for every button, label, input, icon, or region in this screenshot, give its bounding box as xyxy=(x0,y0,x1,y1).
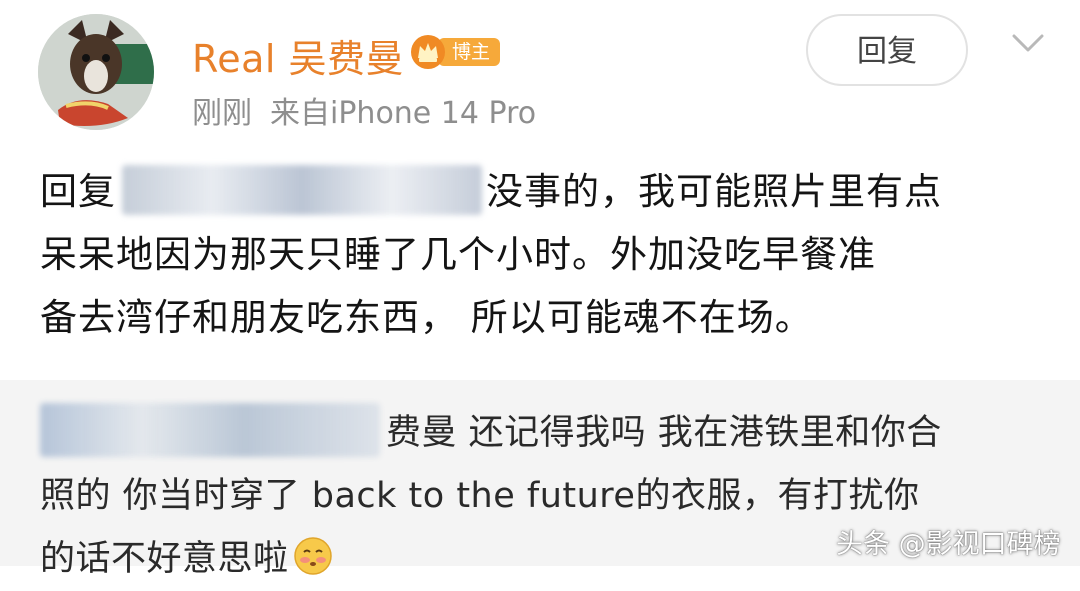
quoted-line: 照的 你当时穿了 back to the future的衣服，有打扰你 xyxy=(40,476,920,516)
post-line: 回复 没事的，我可能照片里有点 xyxy=(40,160,1050,223)
quoted-text-part: 费曼 还记得我吗 我在港铁里和你合 xyxy=(386,413,942,453)
post-header: Real 吴费曼 博主 刚刚 来自iPhone 14 Pro 回复 xyxy=(0,0,1080,140)
blogger-badge: 博主 xyxy=(410,34,501,70)
post-text: 没事的，我可能照片里有点 xyxy=(486,170,942,213)
post-line: 备去湾仔和朋友吃东西， 所以可能魂不在场。 xyxy=(40,296,813,339)
quoted-text: 费曼 还记得我吗 我在港铁里和你合 照的 你当时穿了 back to the f… xyxy=(40,402,1050,591)
post-meta: 刚刚 来自iPhone 14 Pro xyxy=(192,88,536,132)
post-source: 来自iPhone 14 Pro xyxy=(270,96,537,131)
avatar-photo xyxy=(38,14,154,130)
blurred-username xyxy=(40,403,380,457)
quoted-line: 费曼 还记得我吗 我在港铁里和你合 xyxy=(40,402,1050,465)
quoted-text-part: 的话不好意思啦 xyxy=(40,539,289,579)
reply-button[interactable]: 回复 xyxy=(806,14,968,86)
post-time: 刚刚 xyxy=(192,96,252,131)
chevron-down-icon[interactable] xyxy=(1008,30,1048,56)
post-body: 回复 没事的，我可能照片里有点 呆呆地因为那天只睡了几个小时。外加没吃早餐准 备去… xyxy=(40,160,1050,349)
reply-prefix: 回复 xyxy=(40,170,116,213)
shy-face-emoji-icon xyxy=(293,537,332,575)
post-line: 呆呆地因为那天只睡了几个小时。外加没吃早餐准 xyxy=(40,233,876,276)
username[interactable]: Real 吴费曼 xyxy=(192,28,404,83)
avatar[interactable] xyxy=(38,14,154,130)
blurred-username xyxy=(122,164,482,215)
crown-icon xyxy=(411,35,445,69)
watermark: 头条 @影视口碑榜 xyxy=(836,529,1061,560)
